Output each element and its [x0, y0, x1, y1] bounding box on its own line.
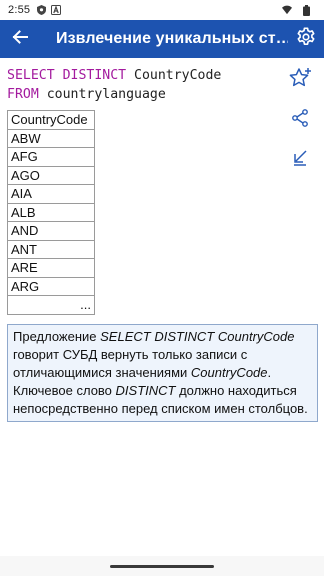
- a-icon: [51, 5, 62, 15]
- table-cell: AND: [7, 221, 95, 241]
- back-button[interactable]: [0, 20, 40, 58]
- table-row: ARE: [7, 258, 95, 278]
- more-rows-indicator[interactable]: ...: [7, 295, 95, 315]
- gear-icon: [295, 26, 317, 53]
- note-italic: SELECT DISTINCT CountryCode: [100, 329, 295, 344]
- shield-icon: [36, 5, 46, 15]
- collapse-button[interactable]: [286, 146, 314, 174]
- table-cell: AIA: [7, 184, 95, 204]
- table-cell: AFG: [7, 147, 95, 167]
- sql-from-table: countrylanguage: [38, 87, 166, 102]
- table-row: ANT: [7, 239, 95, 259]
- status-bar: 2:55: [0, 0, 324, 20]
- share-icon: [290, 108, 310, 133]
- table-cell: AGO: [7, 165, 95, 185]
- collapse-arrow-icon: [291, 149, 309, 172]
- navigation-bar: [0, 556, 324, 576]
- table-cell: ABW: [7, 128, 95, 148]
- sql-keyword-select: SELECT DISTINCT: [7, 68, 127, 83]
- star-add-icon: [288, 66, 312, 95]
- table-row: ABW: [7, 128, 95, 148]
- app-bar: Извлечение уникальных ст…: [0, 20, 324, 58]
- table-header-row: CountryCode: [7, 110, 95, 130]
- table-cell: ALB: [7, 202, 95, 222]
- side-actions: [286, 66, 314, 186]
- table-row: AFG: [7, 147, 95, 167]
- note-italic: DISTINCT: [115, 383, 176, 398]
- settings-button[interactable]: [288, 20, 324, 58]
- table-cell: ARE: [7, 258, 95, 278]
- sql-query: SELECT DISTINCT CountryCode FROM country…: [7, 66, 221, 104]
- column-header-countrycode: CountryCode: [7, 110, 95, 130]
- share-button[interactable]: [286, 106, 314, 134]
- table-cell: ARG: [7, 276, 95, 296]
- table-cell: ANT: [7, 239, 95, 259]
- wifi-icon: [282, 5, 292, 15]
- main-content: SELECT DISTINCT CountryCode FROM country…: [0, 58, 324, 556]
- home-gesture-handle[interactable]: [110, 564, 214, 568]
- favorite-button[interactable]: [286, 66, 314, 94]
- page-title: Извлечение уникальных ст…: [56, 30, 288, 47]
- table-more-row[interactable]: ...: [7, 295, 95, 315]
- table-row: ARG: [7, 276, 95, 296]
- status-time: 2:55: [8, 4, 31, 16]
- note-italic: CountryCode: [190, 365, 268, 380]
- battery-icon: [301, 4, 311, 16]
- table-row: AIA: [7, 184, 95, 204]
- result-table: CountryCode ABW AFG AGO AIA ALB AND ANT …: [7, 110, 95, 315]
- table-row: ALB: [7, 202, 95, 222]
- note-text: Предложение: [13, 329, 101, 344]
- table-row: AGO: [7, 165, 95, 185]
- explanation-note: Предложение SELECT DISTINCT CountryCode …: [7, 324, 318, 422]
- sql-select-column: CountryCode: [126, 68, 222, 83]
- arrow-back-icon: [12, 29, 28, 50]
- table-row: AND: [7, 221, 95, 241]
- sql-keyword-from: FROM: [7, 87, 39, 102]
